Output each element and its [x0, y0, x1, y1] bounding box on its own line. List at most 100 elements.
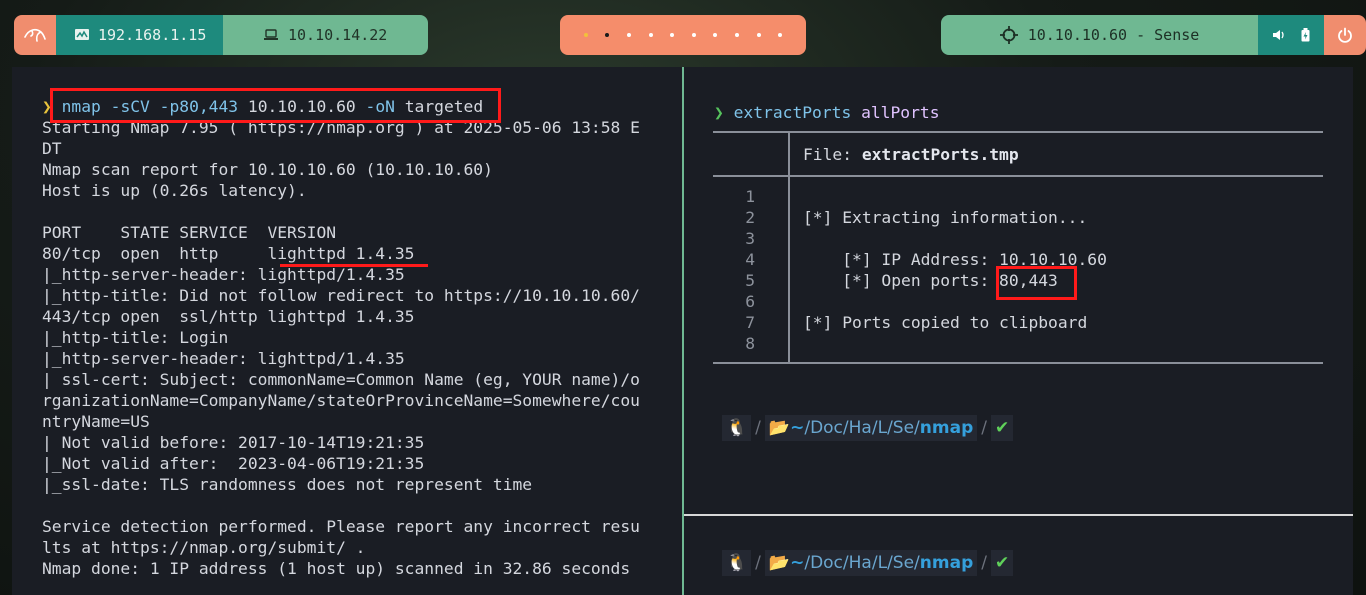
path-current: nmap — [919, 418, 974, 438]
file-line-text: [*] Open ports: — [803, 271, 1000, 290]
highlight-box-command — [50, 88, 501, 123]
laptop-icon — [263, 29, 279, 41]
separator-icon: / — [981, 418, 987, 438]
file-line — [803, 333, 1107, 354]
workspace-dot[interactable] — [605, 33, 610, 37]
output-line: |_http-title: Did not follow redirect to… — [42, 286, 640, 305]
output-line: PORT STATE SERVICE VERSION — [42, 223, 337, 242]
linux-tux-icon: 🐧 — [726, 418, 748, 438]
system-tray — [1258, 15, 1324, 55]
file-name: extractPorts.tmp — [861, 145, 1019, 164]
path-home: ~ — [790, 418, 805, 438]
line-number: 3 — [745, 229, 755, 248]
output-line: Nmap scan report for 10.10.10.60 (10.10.… — [42, 160, 493, 179]
line-number: 1 — [745, 187, 755, 206]
path-segment: L — [877, 553, 888, 573]
kali-dragon-icon — [24, 27, 46, 43]
extractports-command-line: ❯ extractPorts allPorts — [714, 102, 940, 123]
line-number-gutter: 1 2 3 4 5 6 7 8 — [743, 186, 755, 354]
separator-icon: / — [755, 418, 761, 438]
output-line: DT — [42, 139, 62, 158]
command-arg: allPorts — [861, 103, 940, 122]
monitor-activity-icon — [74, 28, 90, 42]
path-current: nmap — [919, 553, 974, 573]
file-label: File: — [803, 145, 862, 164]
success-check-icon: ✔ — [994, 553, 1010, 573]
line-number: 5 — [745, 271, 755, 290]
power-icon — [1337, 27, 1353, 43]
prompt-breadcrumb: 🐧 / 📂 ~ / Doc / Ha / L / Se / nmap / ✔ — [722, 550, 1014, 576]
path-segment: Doc — [810, 553, 843, 573]
path-segment: Ha — [848, 553, 872, 573]
line-number: 2 — [745, 208, 755, 227]
success-check-icon: ✔ — [994, 418, 1010, 438]
local-ip-indicator: 192.168.1.15 — [56, 15, 223, 55]
line-number: 7 — [745, 313, 755, 332]
output-line: Host is up (0.26s latency). — [42, 181, 307, 200]
output-line: lts at https://nmap.org/submit/ . — [42, 538, 366, 557]
separator-icon: / — [755, 553, 761, 573]
prompt-breadcrumb: 🐧 / 📂 ~ / Doc / Ha / L / Se / nmap / ✔ — [722, 415, 1014, 441]
workspace-dot[interactable] — [626, 33, 631, 37]
workspace-switcher[interactable] — [560, 15, 806, 55]
highlight-underline-version — [280, 264, 428, 267]
highlight-box-ports — [996, 266, 1077, 300]
file-line — [803, 228, 1107, 249]
output-line: |_http-title: Login — [42, 328, 229, 347]
bat-file-header: File: extractPorts.tmp — [803, 144, 1019, 165]
local-ip-text: 192.168.1.15 — [98, 26, 207, 44]
workspace-dot[interactable] — [691, 33, 696, 37]
output-line: |_ssl-date: TLS randomness does not repr… — [42, 475, 533, 494]
kali-menu-button[interactable] — [14, 15, 56, 55]
output-line: 80/tcp open http lighttpd 1.4.35 — [42, 244, 415, 263]
power-button[interactable] — [1324, 15, 1366, 55]
output-line: Nmap done: 1 IP address (1 host up) scan… — [42, 559, 631, 578]
battery-icon[interactable] — [1301, 28, 1310, 42]
target-text: 10.10.10.60 - Sense — [1027, 26, 1200, 44]
bat-gutter-separator — [788, 133, 790, 362]
path-segment: Se — [892, 553, 915, 573]
file-line: [*] Ports copied to clipboard — [803, 313, 1088, 332]
folder-open-icon: 📂 — [768, 553, 791, 573]
output-line: |_http-server-header: lighttpd/1.4.35 — [42, 265, 405, 284]
path-home: ~ — [790, 553, 805, 573]
nmap-output: Starting Nmap 7.95 ( https://nmap.org ) … — [42, 117, 640, 579]
path-segment: L — [877, 418, 888, 438]
output-line: 443/tcp open ssl/http lighttpd 1.4.35 — [42, 307, 415, 326]
line-number: 8 — [745, 334, 755, 353]
bat-mid-rule — [713, 175, 1323, 177]
output-line: |_Not valid after: 2023-04-06T19:21:35 — [42, 454, 425, 473]
line-number: 6 — [745, 292, 755, 311]
volume-icon[interactable] — [1272, 29, 1286, 41]
workspace-dot[interactable] — [583, 33, 588, 37]
pane-divider-horizontal[interactable] — [684, 514, 1353, 516]
output-line: | ssl-cert: Subject: commonName=Common N… — [42, 370, 640, 389]
path-segment: Se — [892, 418, 915, 438]
workspace-dot[interactable] — [670, 33, 675, 37]
workspace-dot[interactable] — [648, 33, 653, 37]
separator-icon: / — [981, 553, 987, 573]
workspace-dot[interactable] — [756, 33, 761, 37]
workspace-dot[interactable] — [735, 33, 739, 37]
prompt-arrow: ❯ — [714, 103, 724, 122]
vpn-ip-text: 10.10.14.22 — [288, 26, 388, 44]
workspace-dot[interactable] — [778, 33, 783, 37]
file-line: [*] Extracting information... — [803, 208, 1088, 227]
path-segment: Doc — [810, 418, 843, 438]
folder-open-icon: 📂 — [768, 418, 791, 438]
target-indicator: 10.10.10.60 - Sense — [941, 15, 1258, 55]
command-binary: extractPorts — [733, 103, 852, 122]
linux-tux-icon: 🐧 — [726, 553, 748, 573]
output-line: Service detection performed. Please repo… — [42, 517, 640, 536]
path-segment: Ha — [848, 418, 872, 438]
vpn-ip-indicator: 10.10.14.22 — [223, 15, 428, 55]
output-line: ntryName=US — [42, 412, 150, 431]
workspace-dot[interactable] — [713, 33, 718, 37]
crosshair-icon — [999, 26, 1018, 44]
output-line: |_http-server-header: lighttpd/1.4.35 — [42, 349, 405, 368]
bat-top-rule — [713, 131, 1323, 133]
output-line: | Not valid before: 2017-10-14T19:21:35 — [42, 433, 425, 452]
bat-bottom-rule — [713, 362, 1323, 364]
